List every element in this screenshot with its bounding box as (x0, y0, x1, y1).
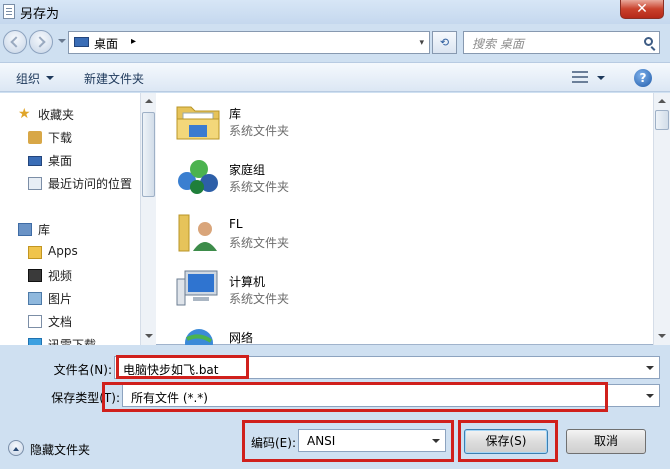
file-item-homegroup[interactable]: 家庭组 系统文件夹 (175, 151, 635, 207)
user-folder-icon (178, 214, 217, 252)
back-button[interactable] (3, 30, 27, 54)
savetype-highlight (102, 382, 608, 412)
encoding-highlight (242, 420, 454, 462)
star-icon: ★ (18, 106, 31, 122)
nav-item-desktop[interactable]: 桌面 (28, 151, 138, 171)
file-list-scrollbar[interactable] (653, 93, 670, 345)
address-row: 桌面 ▸ ▾ ⟲ 搜索 桌面 (0, 26, 670, 58)
scroll-down-icon[interactable] (658, 334, 666, 338)
folder-icon (28, 246, 42, 259)
nav-favorites[interactable]: ★ 收藏夹 (18, 105, 138, 125)
recent-pages-dropdown[interactable] (58, 39, 66, 43)
documents-icon (28, 315, 42, 328)
navigation-scrollbar[interactable] (140, 93, 156, 345)
computer-icon (176, 270, 218, 306)
homegroup-icon (178, 160, 218, 194)
file-item-libraries[interactable]: 库 系统文件夹 (175, 95, 635, 151)
forward-button[interactable] (29, 30, 53, 54)
breadcrumb-desktop[interactable]: 桌面 (94, 35, 118, 52)
libraries-folder-icon (176, 106, 220, 140)
nav-item-videos[interactable]: 视频 (28, 266, 138, 286)
view-options-icon[interactable] (572, 71, 588, 84)
file-item-network[interactable]: 网络 系统文件夹 (175, 319, 635, 345)
file-item-user[interactable]: FL 系统文件夹 (175, 207, 635, 263)
notepad-icon (3, 4, 15, 19)
scroll-thumb[interactable] (655, 110, 669, 130)
search-icon[interactable] (644, 37, 653, 46)
recent-places-icon (28, 177, 42, 190)
content-area: ★ 收藏夹 下载 桌面 最近访问的位置 库 Apps 视频 图片 文档 迅雷下载… (0, 93, 670, 345)
nav-item-pictures[interactable]: 图片 (28, 289, 138, 309)
nav-libraries[interactable]: 库 (18, 220, 138, 240)
save-highlight (458, 420, 558, 462)
scroll-up-icon[interactable] (658, 99, 666, 103)
desktop-icon (74, 37, 89, 47)
command-bar: 组织 新建文件夹 ? (0, 62, 670, 92)
window-title: 另存为 (20, 7, 60, 22)
filename-label: 文件名(N): (53, 363, 112, 377)
refresh-button[interactable]: ⟲ (432, 31, 457, 54)
file-item-computer[interactable]: 计算机 系统文件夹 (175, 263, 635, 319)
desktop-icon (28, 156, 42, 166)
nav-item-thunder-downloads[interactable]: 迅雷下载 (28, 335, 138, 345)
nav-item-downloads[interactable]: 下载 (28, 128, 138, 148)
network-icon (185, 329, 213, 345)
organize-button[interactable]: 组织 (16, 70, 40, 87)
video-icon (28, 269, 42, 282)
search-placeholder: 搜索 桌面 (472, 37, 524, 51)
scroll-up-icon[interactable] (145, 99, 153, 103)
nav-item-apps[interactable]: Apps (28, 243, 138, 263)
close-button[interactable]: ✕ (620, 0, 664, 19)
nav-item-documents[interactable]: 文档 (28, 312, 138, 332)
chevron-down-icon[interactable] (646, 394, 654, 398)
breadcrumb-arrow-icon[interactable]: ▸ (131, 36, 136, 47)
address-bar[interactable]: 桌面 ▸ ▾ (68, 31, 430, 54)
navigation-pane: ★ 收藏夹 下载 桌面 最近访问的位置 库 Apps 视频 图片 文档 迅雷下载 (0, 93, 140, 345)
chevron-down-icon[interactable] (46, 76, 54, 80)
chevron-down-icon[interactable] (646, 366, 654, 370)
pictures-icon (28, 292, 42, 305)
file-list: 库 系统文件夹 家庭组 系统文件夹 FL 系统文件夹 计算机 系统文件夹 网络 (157, 93, 653, 345)
filename-highlight (116, 355, 249, 379)
view-dropdown-icon[interactable] (597, 76, 605, 80)
address-dropdown-icon[interactable]: ▾ (419, 38, 424, 48)
help-button[interactable]: ? (634, 69, 652, 87)
thunder-download-icon (28, 338, 42, 345)
libraries-icon (18, 223, 32, 236)
cancel-button[interactable]: 取消 (566, 429, 646, 454)
download-icon (28, 131, 42, 144)
scroll-down-icon[interactable] (145, 334, 153, 338)
title-bar: 另存为 ✕ (0, 0, 670, 24)
chevron-up-icon[interactable] (8, 440, 24, 456)
search-box[interactable]: 搜索 桌面 (463, 31, 660, 54)
scroll-thumb[interactable] (142, 112, 155, 197)
new-folder-button[interactable]: 新建文件夹 (84, 70, 144, 87)
nav-item-recent-places[interactable]: 最近访问的位置 (28, 174, 140, 194)
